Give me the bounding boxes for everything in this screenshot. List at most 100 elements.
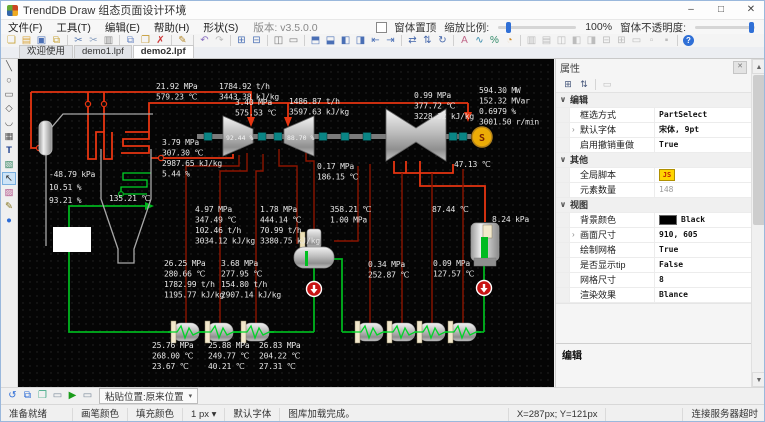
toolbar-lasso-icon[interactable]: ▭ (286, 35, 301, 47)
fill-color-button[interactable]: 填充颜色 (128, 408, 183, 421)
tab-welcome[interactable]: 欢迎使用 (19, 45, 73, 58)
propgrid-property-pages-icon[interactable]: ▭ (599, 78, 615, 91)
toolbar-marquee-icon[interactable]: ◫ (271, 35, 286, 47)
panel-scrollbar[interactable]: ▲ ▼ (751, 59, 765, 387)
drain-valve[interactable] (307, 282, 322, 297)
toolbar-dist-8-icon[interactable]: ▭ (629, 35, 644, 47)
property-category-row[interactable]: ∨视图 (556, 198, 751, 213)
toolbar-undo-icon[interactable]: ↶ (197, 35, 212, 47)
scroll-up-icon[interactable]: ▲ (752, 59, 765, 74)
canvas-value-label[interactable]: 358.21 ℃1.00 MPa (330, 205, 371, 225)
canvas-value-label[interactable]: 8.24 kPa (492, 215, 529, 224)
toolbar-flip-v-icon[interactable]: ⇅ (420, 35, 435, 47)
property-value[interactable]: PartSelect (655, 108, 751, 122)
canvas-value-label[interactable]: 3.40 MPa575.53 ℃ (235, 98, 276, 118)
menu-shape[interactable]: 形状(S) (196, 20, 245, 35)
canvas-value-label[interactable]: 21.92 MPa579.23 ℃ (156, 82, 198, 102)
toolbar-help-icon[interactable]: ? (683, 35, 694, 46)
toolbar-group-icon[interactable]: ⊞ (234, 35, 249, 47)
toolbar-align-top-icon[interactable]: ⇤ (368, 35, 383, 47)
toolbar-dist-5-icon[interactable]: ◨ (584, 35, 599, 47)
menu-help[interactable]: 帮助(H) (147, 20, 197, 35)
toolbar-align-left-icon[interactable]: ◧ (338, 35, 353, 47)
condenser[interactable] (471, 223, 499, 266)
toolbar-new-icon[interactable]: ❏ (4, 35, 19, 47)
expand-icon[interactable]: › (572, 123, 580, 137)
toolbar-dist-3-icon[interactable]: ◫ (554, 35, 569, 47)
property-category-row[interactable]: ∨其他 (556, 153, 751, 168)
property-row[interactable]: ›画面尺寸910, 605 (556, 228, 751, 243)
boiler-label-box[interactable] (53, 227, 91, 252)
air-heater-cylinder[interactable] (39, 121, 52, 155)
toolbar-fill-tool-icon[interactable]: ◔ (502, 35, 517, 47)
property-row[interactable]: 背景颜色Black (556, 213, 751, 228)
palette-curve-icon[interactable]: ◡ (2, 116, 16, 129)
pastebar-window-icon[interactable]: ▭ (50, 390, 65, 402)
topmost-checkbox[interactable] (376, 22, 387, 33)
toolbar-dist-9-icon[interactable]: ▫ (644, 35, 659, 47)
canvas-value-label[interactable]: 0.09 MPa127.57 ℃ (433, 259, 474, 279)
property-value[interactable]: Blance (655, 288, 751, 302)
collapse-icon[interactable]: ∨ (556, 93, 570, 107)
tab-demo2[interactable]: demo2.lpf (133, 45, 194, 58)
paste-position-dropdown[interactable]: 粘贴位置:原来位置 ▾ (99, 388, 198, 404)
generator[interactable]: S (472, 127, 492, 147)
property-value[interactable]: False (655, 258, 751, 272)
toolbar-dist-2-icon[interactable]: ▤ (539, 35, 554, 47)
toolbar-rotate-icon[interactable]: ↻ (435, 35, 450, 47)
propgrid-sort-alpha-icon[interactable]: ⇅ (576, 78, 592, 91)
canvas-value-label[interactable]: 0.34 MPa252.87 ℃ (368, 260, 409, 280)
pastebar-run-icon[interactable]: ▶ (65, 390, 80, 402)
property-row[interactable]: 绘制网格True (556, 243, 751, 258)
collapse-icon[interactable]: ∨ (556, 153, 570, 167)
property-row[interactable]: 框选方式PartSelect (556, 108, 751, 123)
palette-rect-icon[interactable]: ▭ (2, 88, 16, 101)
toolbar-text-style-icon[interactable]: A (457, 35, 472, 47)
toolbar-ungroup-icon[interactable]: ⊟ (249, 35, 264, 47)
pastebar-preview-icon[interactable]: ▭ (80, 390, 95, 402)
drain-valve[interactable] (477, 281, 492, 296)
property-value[interactable]: True (655, 243, 751, 257)
property-row[interactable]: 全局脚本JS (556, 168, 751, 183)
scroll-down-icon[interactable]: ▼ (752, 372, 765, 387)
property-row[interactable]: 渲染效果Blance (556, 288, 751, 303)
minimize-button[interactable]: – (676, 1, 706, 19)
property-row[interactable]: ›默认字体宋体, 9pt (556, 123, 751, 138)
canvas-value-label[interactable]: 47.13 ℃ (454, 160, 491, 169)
toolbar-dist-6-icon[interactable]: ⊟ (599, 35, 614, 47)
pastebar-export-icon[interactable]: ❐ (35, 390, 50, 402)
palette-polygon-icon[interactable]: ◇ (2, 102, 16, 115)
script-icon[interactable]: JS (659, 169, 675, 181)
palette-sphere-icon[interactable]: ● (2, 214, 16, 227)
toolbar-percent-icon[interactable]: % (487, 35, 502, 47)
default-font-button[interactable]: 默认字体 (225, 408, 280, 421)
design-canvas[interactable]: S 21.92 MPa579.23 ℃1784.92 t/h3443.38 kJ… (18, 59, 554, 387)
tab-demo1[interactable]: demo1.lpf (74, 45, 132, 58)
canvas-value-label[interactable]: 92.44 % (226, 134, 253, 142)
pastebar-new-window-icon[interactable]: ⧉ (20, 390, 35, 402)
canvas-value-label[interactable]: 26.83 MPa204.22 ℃27.31 ℃ (259, 341, 301, 371)
close-button[interactable]: ✕ (736, 1, 765, 19)
palette-line-icon[interactable]: ╲ (2, 60, 16, 73)
collapse-icon[interactable]: ∨ (556, 198, 570, 212)
property-category-row[interactable]: ∨编辑 (556, 93, 751, 108)
toolbar-curve-tool-icon[interactable]: ∿ (472, 35, 487, 47)
palette-text-icon[interactable]: T (2, 144, 16, 157)
propgrid-categorized-icon[interactable]: ⊞ (560, 78, 576, 91)
toolbar-bring-front-icon[interactable]: ⬒ (308, 35, 323, 47)
palette-ellipse-icon[interactable]: ○ (2, 74, 16, 87)
palette-chart-icon[interactable]: ▨ (2, 186, 16, 199)
canvas-value-label[interactable]: 25.88 MPa249.77 ℃40.21 ℃ (208, 341, 250, 371)
panel-close-icon[interactable]: ✕ (733, 61, 747, 74)
scroll-thumb[interactable] (753, 75, 765, 225)
property-value[interactable]: 8 (655, 273, 751, 287)
toolbar-redo-icon[interactable]: ↷ (212, 35, 227, 47)
property-value[interactable]: 910, 605 (655, 228, 751, 242)
canvas-value-label[interactable]: 25.76 MPa268.00 ℃23.67 ℃ (152, 341, 194, 371)
canvas-value-label[interactable]: 135.21 ℃ (109, 194, 150, 203)
toolbar-align-bottom-icon[interactable]: ⇥ (383, 35, 398, 47)
maximize-button[interactable]: □ (706, 1, 736, 19)
toolbar-dist-1-icon[interactable]: ▥ (524, 35, 539, 47)
property-row[interactable]: 是否显示tipFalse (556, 258, 751, 273)
palette-image-icon[interactable]: ▧ (2, 158, 16, 171)
